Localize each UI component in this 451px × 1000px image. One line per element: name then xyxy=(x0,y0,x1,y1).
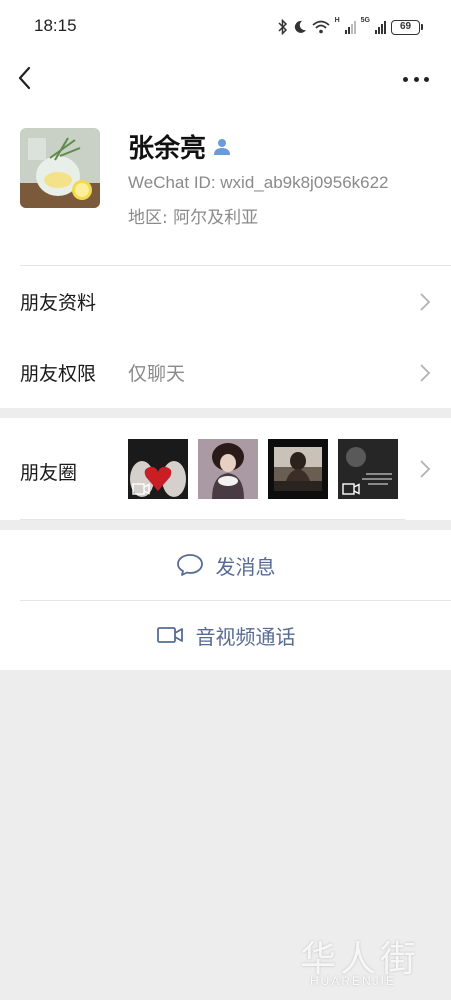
row-value: 仅聊天 xyxy=(128,363,186,385)
network-h-label: H xyxy=(334,17,340,24)
divider xyxy=(20,519,405,520)
video-camera-icon xyxy=(156,627,183,643)
wifi-icon xyxy=(312,20,330,34)
send-message-label: 发消息 xyxy=(215,554,276,579)
status-bar: 18:15 H 5G 69 xyxy=(0,0,451,56)
moments-title: 朋友圈 xyxy=(20,462,78,484)
network-5g-label: 5G xyxy=(360,17,370,24)
video-badge-icon xyxy=(342,483,360,495)
send-message-button[interactable]: 发消息 xyxy=(0,530,451,600)
moments-thumbnail xyxy=(268,439,328,499)
battery-level: 69 xyxy=(391,19,420,35)
chevron-left-icon[interactable] xyxy=(14,64,38,94)
moments-thumbnail xyxy=(128,439,188,499)
chevron-right-icon xyxy=(420,293,431,311)
profile-name: 张余亮 xyxy=(128,134,207,164)
watermark-text: HUARENJIE xyxy=(310,974,397,988)
status-time: 18:15 xyxy=(34,16,77,35)
video-call-button[interactable]: 音视频通话 xyxy=(0,600,451,670)
row-friend-profile[interactable]: 朋友资料 xyxy=(0,266,451,337)
moments-thumbnail xyxy=(198,439,258,499)
signal-icon-1 xyxy=(344,20,356,34)
battery-icon: 69 xyxy=(391,19,423,35)
row-friend-permissions[interactable]: 朋友权限 仅聊天 xyxy=(0,337,451,408)
row-title: 朋友资料 xyxy=(20,292,97,314)
region: 地区: 阿尔及利亚 xyxy=(128,208,259,228)
moon-icon xyxy=(294,20,306,33)
profile-header: 张余亮 WeChat ID: wxid_ab9k8j0956k622 地区: 阿… xyxy=(0,102,451,266)
nav-bar xyxy=(0,56,451,102)
moments-thumbnail xyxy=(338,439,398,499)
status-icons: H 5G 69 xyxy=(278,17,423,37)
moments-row[interactable]: 朋友圈 xyxy=(0,418,451,520)
signal-icon-2 xyxy=(375,20,386,34)
bluetooth-icon xyxy=(278,19,287,35)
chat-bubble-icon xyxy=(176,554,203,576)
actions: 发消息 音视频通话 xyxy=(0,530,451,670)
video-call-label: 音视频通话 xyxy=(195,624,296,649)
chevron-right-icon xyxy=(420,460,431,478)
name-row: 张余亮 xyxy=(128,128,232,165)
wechat-id: WeChat ID: wxid_ab9k8j0956k622 xyxy=(128,173,389,192)
video-badge-icon xyxy=(132,483,150,495)
chevron-right-icon xyxy=(420,364,431,382)
row-title: 朋友权限 xyxy=(20,363,97,385)
avatar[interactable] xyxy=(20,128,100,208)
settings-rows: 朋友资料 朋友权限 仅聊天 xyxy=(0,266,451,408)
watermark: 华人街 HUARENJIE xyxy=(300,930,440,990)
male-user-icon xyxy=(214,138,231,155)
more-dots-icon[interactable] xyxy=(403,70,429,88)
